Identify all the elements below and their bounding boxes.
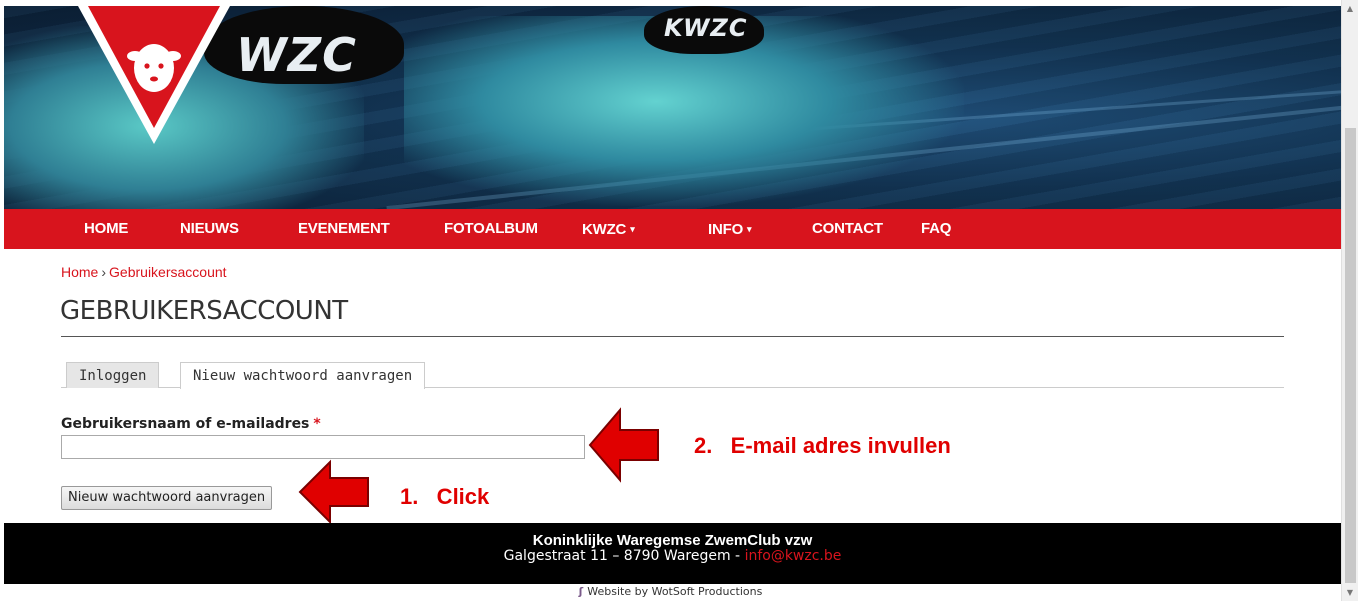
nav-item-info[interactable]: INFO ▾ [708,209,752,249]
footer: Koninklijke Waregemse ZwemClub vzw Galge… [4,523,1341,584]
footer-org-name: Koninklijke Waregemse ZwemClub vzw [532,532,813,549]
annotation-step-1: 1. Click [400,484,490,509]
nav-item-nieuws[interactable]: NIEUWS [180,209,239,249]
username-email-label: Gebruikersnaam of e-mailadres * [61,416,321,432]
username-email-input[interactable] [61,435,585,459]
request-password-button[interactable]: Nieuw wachtwoord aanvragen [61,486,273,510]
credits[interactable]: ʃ Website by WotSoft Productions [0,585,1341,598]
chevron-down-icon: ▾ [630,224,635,234]
breadcrumb: Home › Gebruikersaccount [61,264,227,280]
nav-item-evenement[interactable]: EVENEMENT [298,209,390,249]
breadcrumb-current[interactable]: Gebruikersaccount [109,264,227,280]
breadcrumb-home-link[interactable]: Home [61,264,98,280]
kwzc-logo[interactable] [78,6,230,146]
wotsoft-logo-icon: ʃ [578,585,584,598]
annotation-arrow-icon [298,459,369,525]
scroll-up-icon[interactable]: ▲ [1342,0,1358,17]
nav-item-contact[interactable]: CONTACT [812,209,883,249]
scroll-thumb[interactable] [1345,128,1356,583]
footer-address: Galgestraat 11 – 8790 Waregem - info@kwz… [503,548,842,564]
credits-text[interactable]: Website by WotSoft Productions [587,585,762,598]
tab-nieuw-wachtwoord[interactable]: Nieuw wachtwoord aanvragen [180,362,426,389]
annotation-arrow-icon [588,407,659,483]
tab-inloggen[interactable]: Inloggen [66,362,160,388]
title-divider [61,336,1284,337]
nav-item-home[interactable]: HOME [84,209,128,249]
vertical-scrollbar[interactable]: ▲ ▼ [1341,0,1358,601]
cap-logo-text: WZC [236,28,357,82]
main-nav: HOME NIEUWS EVENEMENT FOTOALBUM KWZC ▾ IN… [4,209,1341,249]
chevron-down-icon: ▾ [747,224,752,234]
scroll-down-icon[interactable]: ▼ [1342,584,1358,601]
footer-email-link[interactable]: info@kwzc.be [745,548,842,564]
page-title: GEBRUIKERSACCOUNT [60,296,348,326]
breadcrumb-separator: › [101,264,107,280]
required-marker: * [313,416,321,432]
page: WZC KWZC HOME NIEUWS EVENEMENT FOTOALBUM… [0,0,1341,601]
nav-item-fotoalbum[interactable]: FOTOALBUM [444,209,538,249]
nav-item-faq[interactable]: FAQ [921,209,951,249]
cap-logo-text: KWZC [664,14,748,42]
nav-item-kwzc[interactable]: KWZC ▾ [582,209,635,249]
annotation-step-2: 2. E-mail adres invullen [694,433,951,458]
